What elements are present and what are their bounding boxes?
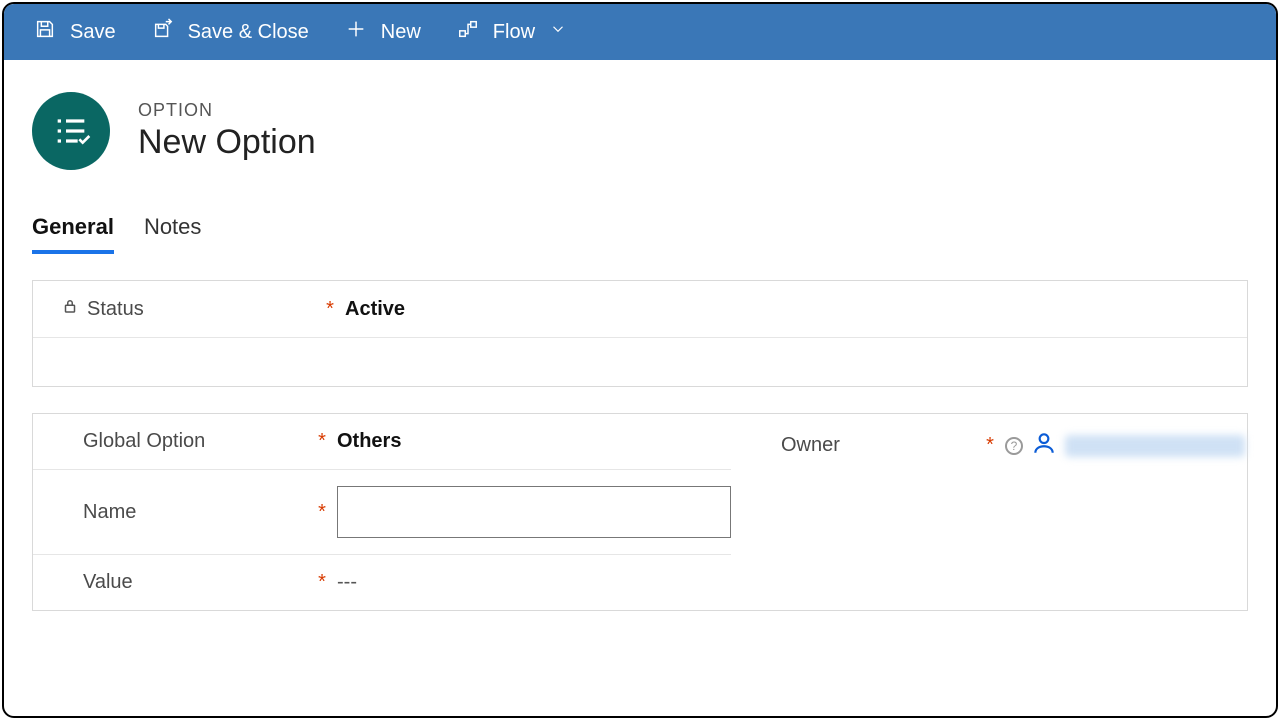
tab-list: General Notes — [4, 170, 1276, 254]
new-button[interactable]: New — [327, 4, 439, 60]
section-status: Status * Active — [32, 280, 1248, 387]
name-label: Name — [83, 501, 136, 524]
user-icon — [1031, 430, 1057, 461]
global-option-label: Global Option — [83, 430, 205, 453]
field-status: Status * Active — [33, 281, 1247, 338]
flow-icon — [457, 18, 479, 46]
owner-value-redacted — [1065, 435, 1245, 457]
save-icon — [34, 18, 56, 46]
new-label: New — [381, 21, 421, 44]
chevron-down-icon — [549, 20, 567, 44]
section-details: Global Option * Others Name * — [32, 413, 1248, 611]
flow-button[interactable]: Flow — [439, 4, 585, 60]
lock-icon — [61, 297, 79, 321]
field-global-option[interactable]: Global Option * Others — [33, 414, 731, 470]
save-label: Save — [70, 21, 116, 44]
page-title: New Option — [138, 123, 316, 162]
record-header: OPTION New Option — [4, 60, 1276, 170]
owner-label: Owner — [781, 434, 840, 457]
save-close-label: Save & Close — [188, 21, 309, 44]
name-input[interactable] — [337, 486, 731, 538]
required-marker: * — [313, 571, 331, 594]
value-label: Value — [83, 571, 133, 594]
tab-general[interactable]: General — [32, 214, 114, 254]
required-marker: * — [981, 434, 999, 457]
required-marker: * — [313, 501, 331, 524]
field-owner[interactable]: Owner * ? — [731, 414, 1247, 477]
flow-label: Flow — [493, 21, 535, 44]
value-value: --- — [337, 571, 357, 594]
help-icon[interactable]: ? — [1005, 437, 1023, 455]
save-close-button[interactable]: Save & Close — [134, 4, 327, 60]
required-marker: * — [321, 298, 339, 321]
save-button[interactable]: Save — [16, 4, 134, 60]
tab-notes[interactable]: Notes — [144, 214, 201, 254]
field-value[interactable]: Value * --- — [33, 555, 731, 610]
save-close-icon — [152, 18, 174, 46]
plus-icon — [345, 18, 367, 46]
required-marker: * — [313, 430, 331, 453]
command-bar: Save Save & Close New Flow — [4, 4, 1276, 60]
status-value: Active — [345, 298, 405, 321]
field-name: Name * — [33, 470, 731, 555]
status-label: Status — [87, 298, 144, 321]
entity-icon — [32, 92, 110, 170]
entity-type-label: OPTION — [138, 100, 316, 121]
global-option-value: Others — [337, 430, 401, 453]
form-content: OPTION New Option General Notes Status *… — [4, 60, 1276, 716]
